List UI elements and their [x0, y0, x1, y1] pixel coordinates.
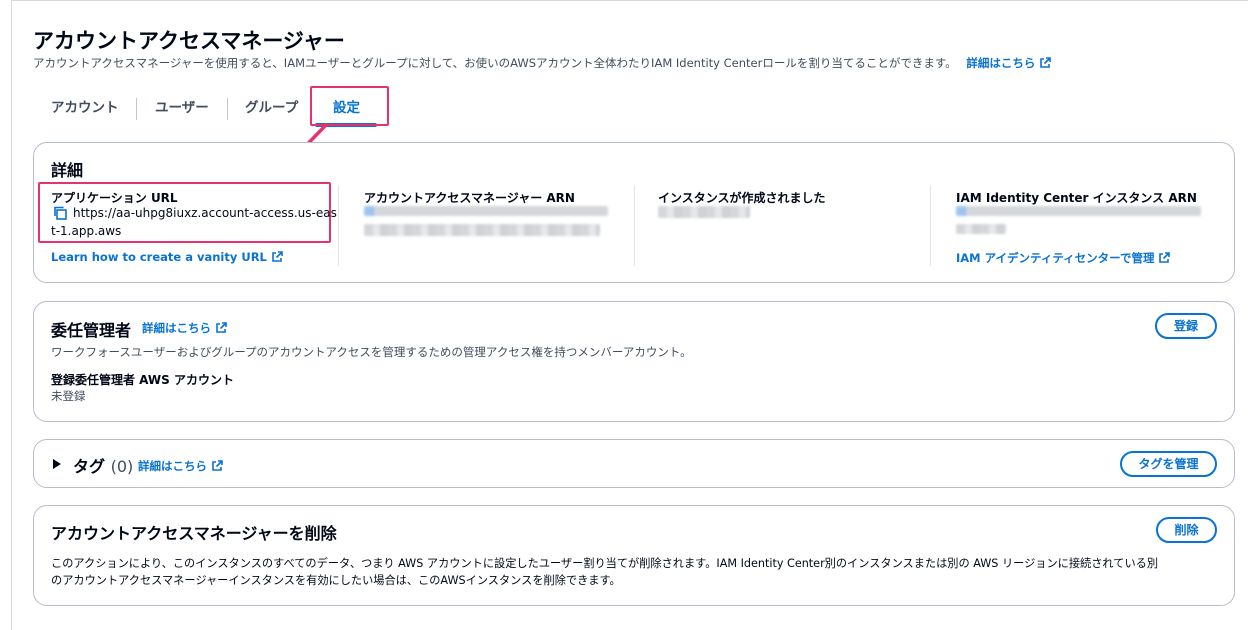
vanity-url-label: Learn how to create a vanity URL [51, 250, 267, 264]
details-title: 詳細 [51, 161, 84, 180]
delegated-admin-field-value: 未登録 [51, 389, 86, 403]
tab-users[interactable]: ユーザー [155, 92, 209, 126]
external-link-icon [1159, 252, 1171, 263]
page-left-border [11, 0, 12, 630]
arn-value-redacted [364, 224, 600, 236]
page-description-text: アカウントアクセスマネージャーを使用すると、IAMユーザーとグループに対して、お… [33, 56, 957, 70]
iam-manage-label: IAM アイデンティティセンターで管理 [956, 251, 1155, 265]
delegated-admin-title: 委任管理者 [51, 321, 132, 340]
caret-right-icon[interactable] [52, 458, 62, 470]
delegated-learn-more-link[interactable]: 詳細はこちら [142, 320, 227, 336]
copy-icon[interactable] [53, 206, 67, 220]
iam-manage-link[interactable]: IAM アイデンティティセンターで管理 [956, 250, 1171, 266]
tags-title-label: タグ [73, 457, 106, 476]
tab-accounts[interactable]: アカウント [51, 92, 119, 126]
page-top-border [11, 0, 1248, 1]
delegated-admin-description: ワークフォースユーザーおよびグループのアカウントアクセスを管理するための管理アク… [51, 345, 692, 359]
delete-description-line1: このアクションにより、このインスタンスのすべてのデータ、つまり AWS アカウン… [51, 557, 1159, 570]
column-divider [930, 186, 931, 266]
tags-count: (0) [110, 457, 134, 476]
created-value-redacted [658, 206, 750, 218]
delete-description-line2: のアカウントアクセスマネージャーインスタンスを有効にしたい場合は、このAWSイン… [51, 574, 621, 587]
tab-divider [227, 98, 228, 120]
page-title: アカウントアクセスマネージャー [33, 29, 345, 53]
delegated-admin-field-label: 登録委任管理者 AWS アカウント [51, 373, 234, 387]
app-url-line1: https://aa-uhpg8iuxz.account-access.us-e… [73, 206, 337, 220]
tags-title[interactable]: タグ (0) [73, 453, 133, 477]
arn-value-redacted [364, 206, 608, 216]
learn-more-label: 詳細はこちら [142, 321, 211, 335]
vanity-url-link[interactable]: Learn how to create a vanity URL [51, 250, 283, 264]
delete-button[interactable]: 削除 [1156, 517, 1217, 543]
learn-more-label: 詳細はこちら [138, 459, 207, 473]
external-link-icon [212, 460, 223, 471]
delete-title: アカウントアクセスマネージャーを削除 [51, 524, 337, 543]
manage-tags-button[interactable]: タグを管理 [1120, 451, 1217, 477]
arn-label: アカウントアクセスマネージャー ARN [364, 191, 575, 205]
created-label: インスタンスが作成されました [658, 191, 826, 205]
page-description: アカウントアクセスマネージャーを使用すると、IAMユーザーとグループに対して、お… [33, 55, 1052, 71]
iam-arn-value-redacted [956, 224, 1006, 234]
column-divider [338, 186, 339, 266]
delete-description: このアクションにより、このインスタンスのすべてのデータ、つまり AWS アカウン… [51, 555, 1158, 589]
tab-divider [136, 98, 137, 120]
tags-learn-more-link[interactable]: 詳細はこちら [138, 458, 223, 474]
register-button[interactable]: 登録 [1155, 313, 1217, 339]
external-link-icon [1040, 57, 1052, 68]
learn-more-label: 詳細はこちら [966, 56, 1036, 70]
column-divider [634, 186, 635, 266]
iam-arn-label: IAM Identity Center インスタンス ARN [956, 191, 1197, 205]
external-link-icon [216, 322, 227, 333]
learn-more-link[interactable]: 詳細はこちら [966, 56, 1052, 70]
iam-arn-value-redacted [956, 206, 1201, 216]
external-link-icon [272, 251, 283, 262]
app-url-line2: t-1.app.aws [51, 224, 122, 238]
